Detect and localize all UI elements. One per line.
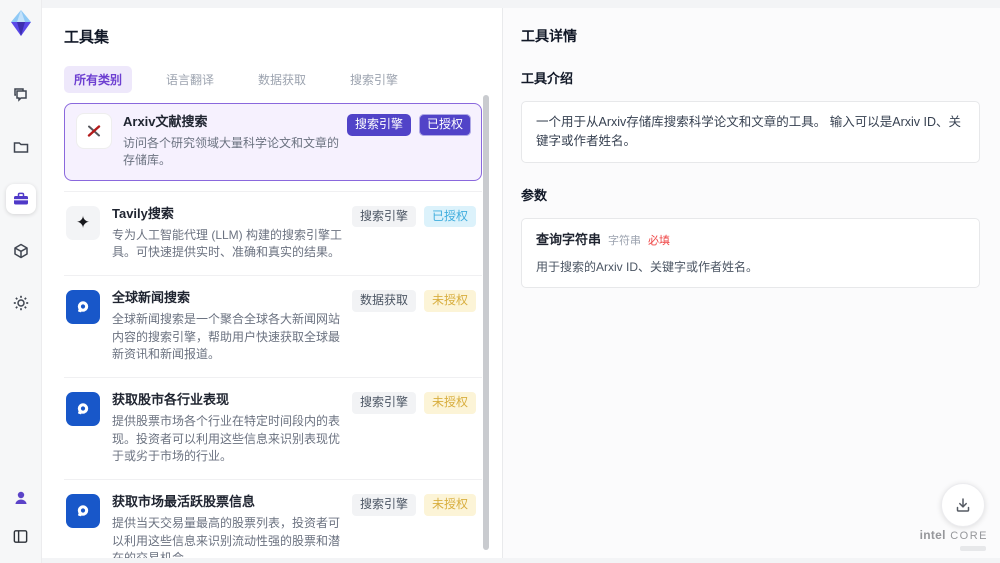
tab-language-translation[interactable]: 语言翻译	[156, 66, 224, 93]
tool-badges: 搜索引擎 未授权	[351, 494, 476, 517]
tool-badges: 数据获取 未授权	[351, 290, 476, 312]
tool-name: Tavily搜索	[112, 205, 174, 221]
tool-card-tavily[interactable]: ✦ Tavily搜索 专为人工智能代理 (LLM) 构建的搜索引擎工具。可快速提…	[64, 190, 482, 277]
tool-badges: 搜索引擎 已授权	[351, 205, 476, 228]
tool-text: 获取市场最活跃股票信息 提供当天交易量最高的股票列表，投资者可以利用这些信息来识…	[112, 494, 352, 558]
settings-gear-icon[interactable]	[6, 288, 36, 318]
cube-icon[interactable]	[6, 236, 36, 266]
collapse-panel-icon[interactable]	[6, 521, 36, 551]
tool-text: 全球新闻搜索 全球新闻搜索是一个聚合全球各大新闻网站内容的搜索引擎，帮助用户快速…	[112, 290, 352, 363]
details-title: 工具详情	[521, 28, 577, 44]
param-name: 查询字符串	[536, 231, 602, 247]
user-avatar-icon[interactable]	[6, 483, 36, 513]
tool-name: 获取股市各行业表现	[112, 392, 230, 408]
app-logo-icon	[6, 8, 36, 38]
finance-logo-icon	[66, 392, 100, 427]
param-box: 查询字符串 字符串 必填 用于搜索的Arxiv ID、关键字或作者姓名。	[521, 217, 980, 288]
category-tabs: 所有类别 语言翻译 数据获取 搜索引擎	[64, 66, 482, 93]
param-required-flag: 必填	[648, 234, 671, 247]
tool-badges: 搜索引擎 已授权	[346, 114, 471, 136]
param-desc: 用于搜索的Arxiv ID、关键字或作者姓名。	[536, 260, 759, 274]
category-badge: 数据获取	[351, 290, 416, 312]
status-badge: 已授权	[423, 205, 476, 228]
status-badge: 未授权	[423, 290, 476, 312]
intel-logo-text: intel	[919, 528, 946, 542]
tool-name: 获取市场最活跃股票信息	[112, 494, 256, 510]
tool-desc: 全球新闻搜索是一个聚合全球各大新闻网站内容的搜索引擎，帮助用户快速获取全球最新资…	[112, 312, 341, 362]
chat-icon[interactable]	[6, 80, 36, 110]
tool-details-panel: 工具详情 工具介绍 一个用于从Arxiv存储库搜索科学论文和文章的工具。 输入可…	[502, 8, 1000, 558]
tool-text: Arxiv文献搜索 访问各个研究领域大量科学论文和文章的存储库。	[123, 114, 347, 170]
tool-text: 获取股市各行业表现 提供股票市场各个行业在特定时间段内的表现。投资者可以利用这些…	[112, 392, 352, 465]
param-head: 查询字符串 字符串 必填	[536, 230, 965, 250]
folder-icon[interactable]	[6, 132, 36, 162]
tool-name: Arxiv文献搜索	[123, 114, 208, 129]
arxiv-logo-icon	[77, 114, 111, 148]
core-logo-text: core	[950, 530, 988, 542]
window-top-edge	[42, 0, 1000, 8]
category-badge: 搜索引擎	[351, 392, 416, 414]
tool-card-global-news[interactable]: 全球新闻搜索 全球新闻搜索是一个聚合全球各大新闻网站内容的搜索引擎，帮助用户快速…	[64, 276, 482, 379]
rail-bottom	[6, 483, 36, 551]
tab-all-categories[interactable]: 所有类别	[64, 66, 133, 93]
intro-box: 一个用于从Arxiv存储库搜索科学论文和文章的工具。 输入可以是Arxiv ID…	[521, 101, 980, 163]
status-badge: 已授权	[418, 114, 471, 136]
tool-desc: 专为人工智能代理 (LLM) 构建的搜索引擎工具。可快速提供实时、准确和真实的结…	[112, 227, 343, 259]
tool-card-arxiv[interactable]: Arxiv文献搜索 访问各个研究领域大量科学论文和文章的存储库。 搜索引擎 已授…	[64, 103, 482, 181]
rail-nav	[5, 80, 36, 318]
category-badge: 搜索引擎	[351, 205, 416, 228]
status-badge: 未授权	[423, 392, 476, 414]
window-bottom-edge	[42, 558, 1000, 563]
tool-card-most-active-stocks[interactable]: 获取市场最活跃股票信息 提供当天交易量最高的股票列表，投资者可以利用这些信息来识…	[64, 480, 482, 558]
tool-desc: 提供股票市场各个行业在特定时间段内的表现。投资者可以利用这些信息来识别表现优于或…	[112, 414, 341, 464]
category-badge: 搜索引擎	[346, 114, 411, 136]
tool-card-sector-performance[interactable]: 获取股市各行业表现 提供股票市场各个行业在特定时间段内的表现。投资者可以利用这些…	[64, 378, 482, 481]
intel-core-logo: intel core	[920, 526, 988, 551]
intel-logo-sub-badge	[960, 546, 986, 551]
download-button[interactable]	[941, 483, 985, 527]
tool-desc: 提供当天交易量最高的股票列表，投资者可以利用这些信息来识别流动性强的股票和潜在的…	[112, 516, 341, 558]
icon-rail	[0, 0, 42, 563]
tab-data-fetch[interactable]: 数据获取	[248, 66, 316, 93]
status-badge: 未授权	[423, 494, 476, 517]
tool-text: Tavily搜索 专为人工智能代理 (LLM) 构建的搜索引擎工具。可快速提供实…	[112, 206, 352, 262]
list-scrollbar[interactable]	[483, 90, 489, 558]
tool-list: Arxiv文献搜索 访问各个研究领域大量科学论文和文章的存储库。 搜索引擎 已授…	[64, 103, 482, 558]
param-type: 字符串	[608, 234, 642, 247]
tab-search-engine[interactable]: 搜索引擎	[340, 66, 408, 93]
page-title: 工具集	[64, 29, 110, 46]
tool-badges: 搜索引擎 未授权	[351, 392, 476, 414]
tool-name: 全球新闻搜索	[112, 290, 191, 306]
finance-logo-icon	[66, 494, 100, 529]
toolbox-icon[interactable]	[5, 184, 36, 214]
tool-list-panel: 工具集 所有类别 语言翻译 数据获取 搜索引擎 Arxiv文献搜索 访问各个研究…	[42, 8, 502, 558]
category-badge: 搜索引擎	[351, 494, 416, 517]
params-heading: 参数	[521, 187, 548, 203]
news-search-logo-icon	[66, 290, 100, 325]
intro-heading: 工具介绍	[521, 71, 574, 86]
tavily-logo-icon: ✦	[66, 205, 100, 240]
tool-desc: 访问各个研究领域大量科学论文和文章的存储库。	[123, 135, 340, 168]
scrollbar-thumb[interactable]	[483, 95, 489, 550]
